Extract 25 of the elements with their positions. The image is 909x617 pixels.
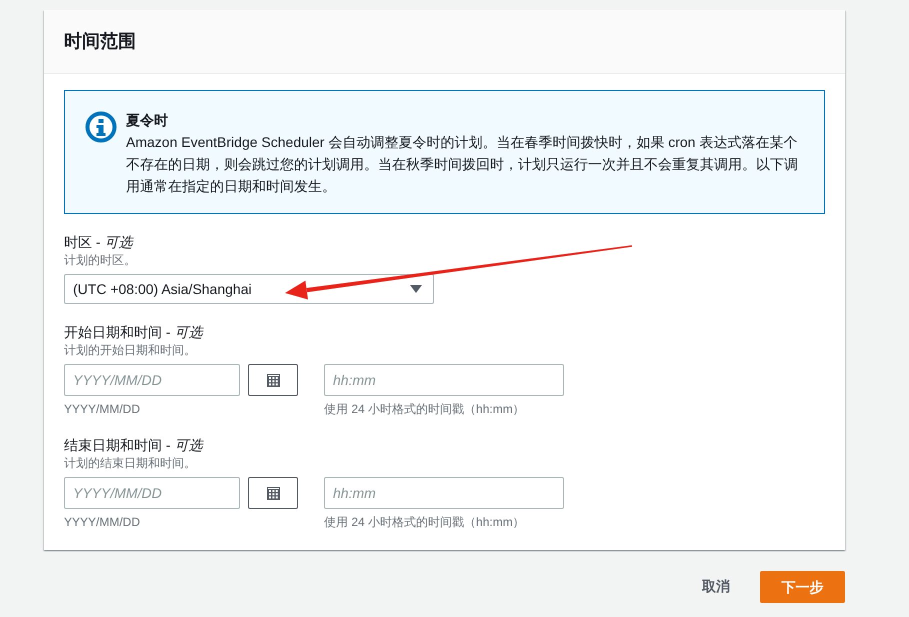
- field-hint: YYYY/MM/DD: [64, 401, 142, 417]
- field-label: 开始日期和时间 - 可选: [64, 323, 204, 342]
- field-hint: 使用 24 小时格式的时间戳（hh:mm）: [324, 401, 526, 417]
- field-label: 时区 - 可选: [64, 233, 134, 252]
- info-icon: [85, 111, 117, 143]
- date-field[interactable]: YYYY/MM/DD: [64, 364, 240, 396]
- field-label: 结束日期和时间 - 可选: [64, 436, 204, 455]
- field-description: 计划的时区。: [64, 252, 137, 268]
- section-title: 时间范围: [64, 30, 137, 53]
- calendar-button[interactable]: [248, 364, 298, 396]
- field-description: 计划的开始日期和时间。: [64, 342, 197, 358]
- alert-text: Amazon EventBridge Scheduler 会自动调整夏令时的计划。当在春季时间拨快时，如果 cron 表达式落在某个不存在的日期，则会跳过您的计划调用。当在秋季时间拨回时，计划只运行一次并且不会重复其调用。以下调用通常在指定的日期和时间发生。: [126, 133, 799, 196]
- time-field[interactable]: hh:mm: [324, 477, 564, 509]
- calendar-icon: [266, 374, 280, 386]
- caret-down-icon: [410, 285, 422, 293]
- field-description: 计划的结束日期和时间。: [64, 455, 197, 471]
- date-field[interactable]: YYYY/MM/DD: [64, 477, 240, 509]
- field-hint: YYYY/MM/DD: [64, 514, 142, 530]
- calendar-icon: [266, 486, 280, 500]
- timezone-select[interactable]: (UTC +08:00) Asia/Shanghai: [64, 274, 434, 304]
- field-hint: 使用 24 小时格式的时间戳（hh:mm）: [324, 514, 526, 530]
- time-field[interactable]: hh:mm: [324, 364, 564, 396]
- calendar-button[interactable]: [248, 477, 298, 509]
- cancel-button[interactable]: 取消: [700, 574, 732, 600]
- alert-title: 夏令时: [126, 111, 169, 130]
